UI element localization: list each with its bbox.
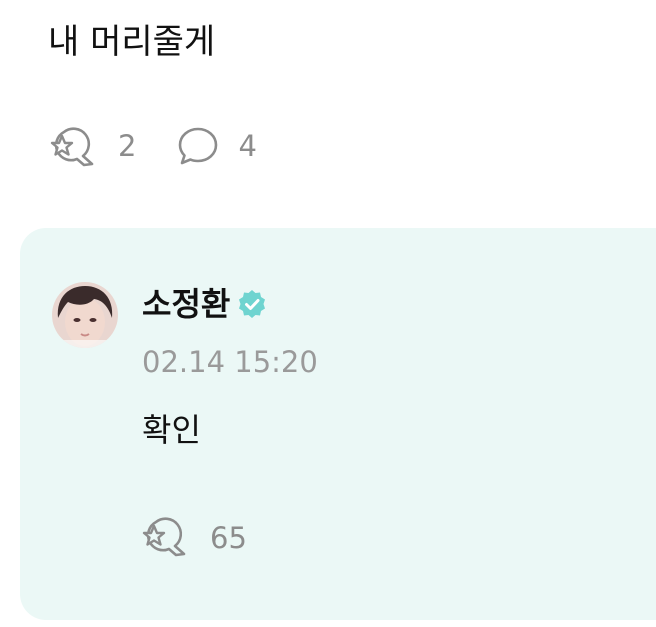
timestamp: 02.14 15:20: [142, 345, 318, 379]
comment-count: 4: [238, 129, 257, 163]
author-row: 소정환: [142, 280, 268, 328]
post-text: 내 머리줄게: [48, 22, 216, 62]
avatar[interactable]: [52, 282, 118, 348]
reaction-count: 2: [118, 129, 137, 163]
reply-reaction-button[interactable]: 65: [142, 516, 247, 560]
star-bubble-icon: [50, 125, 100, 167]
reply-reaction-count: 65: [210, 521, 247, 555]
comment-button[interactable]: 4: [176, 125, 257, 167]
star-bubble-icon: [142, 515, 192, 561]
reaction-button[interactable]: 2: [50, 125, 136, 167]
verified-badge-icon: [236, 288, 268, 320]
reply-text: 확인: [142, 411, 201, 449]
reply-card: 소정환 02.14 15:20 확인 65: [20, 228, 656, 620]
speech-bubble-icon: [176, 125, 220, 167]
post-actions: 2 4: [50, 125, 257, 167]
author-name[interactable]: 소정환: [142, 280, 230, 328]
